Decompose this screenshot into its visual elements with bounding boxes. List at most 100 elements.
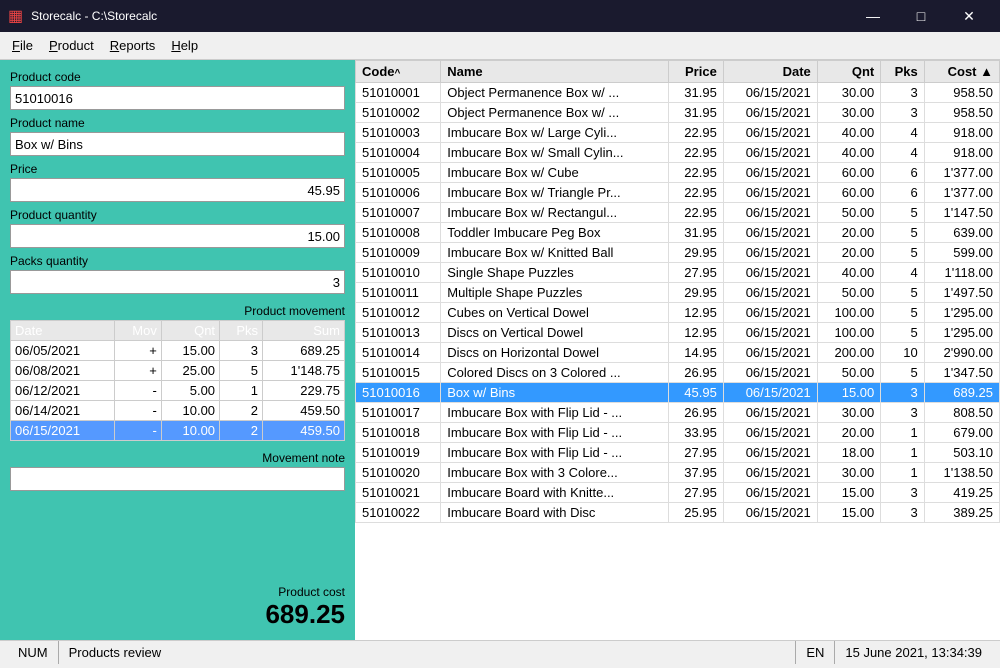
movement-cell: 10.00 xyxy=(161,421,219,441)
table-cell: 1'497.50 xyxy=(924,283,999,303)
table-row[interactable]: 51010002Object Permanence Box w/ ...31.9… xyxy=(356,103,1000,123)
table-cell: 22.95 xyxy=(669,203,724,223)
table-row[interactable]: 51010010Single Shape Puzzles27.9506/15/2… xyxy=(356,263,1000,283)
table-cell: 419.25 xyxy=(924,483,999,503)
product-name-input[interactable] xyxy=(10,132,345,156)
table-cell: 06/15/2021 xyxy=(723,183,817,203)
table-cell: Imbucare Box with 3 Colore... xyxy=(441,463,669,483)
table-row[interactable]: 51010014Discs on Horizontal Dowel14.9506… xyxy=(356,343,1000,363)
product-code-input[interactable] xyxy=(10,86,345,110)
menu-help[interactable]: Help xyxy=(163,34,206,57)
col-name[interactable]: Name xyxy=(441,61,669,83)
table-cell: 25.95 xyxy=(669,503,724,523)
table-row[interactable]: 51010012Cubes on Vertical Dowel12.9506/1… xyxy=(356,303,1000,323)
table-cell: 1'295.00 xyxy=(924,323,999,343)
movement-cell: 3 xyxy=(220,341,263,361)
table-row[interactable]: 51010016Box w/ Bins45.9506/15/202115.003… xyxy=(356,383,1000,403)
product-name-label: Product name xyxy=(10,116,345,130)
price-input[interactable] xyxy=(10,178,345,202)
table-cell: 1'377.00 xyxy=(924,183,999,203)
col-qnt[interactable]: Qnt xyxy=(817,61,880,83)
movement-section: Product movement Date Mov Qnt Pks Sum 06… xyxy=(10,304,345,441)
table-cell: 06/15/2021 xyxy=(723,463,817,483)
table-cell: 3 xyxy=(881,83,924,103)
table-row[interactable]: 51010006Imbucare Box w/ Triangle Pr...22… xyxy=(356,183,1000,203)
status-language: EN xyxy=(796,641,835,664)
status-bar: NUM Products review EN 15 June 2021, 13:… xyxy=(0,640,1000,664)
table-row[interactable]: 51010011Multiple Shape Puzzles29.9506/15… xyxy=(356,283,1000,303)
table-cell: 06/15/2021 xyxy=(723,223,817,243)
minimize-button[interactable]: — xyxy=(850,0,896,32)
table-cell: 22.95 xyxy=(669,143,724,163)
table-cell: 06/15/2021 xyxy=(723,483,817,503)
table-row[interactable]: 51010005Imbucare Box w/ Cube22.9506/15/2… xyxy=(356,163,1000,183)
table-cell: Imbucare Board with Disc xyxy=(441,503,669,523)
table-cell: 51010020 xyxy=(356,463,441,483)
table-row[interactable]: 51010021Imbucare Board with Knitte...27.… xyxy=(356,483,1000,503)
table-cell: 51010021 xyxy=(356,483,441,503)
table-row[interactable]: 51010018Imbucare Box with Flip Lid - ...… xyxy=(356,423,1000,443)
table-cell: 50.00 xyxy=(817,283,880,303)
menu-reports[interactable]: Reports xyxy=(102,34,164,57)
product-table: Code^ Name Price Date Qnt Pks Cost ▲ 510… xyxy=(355,60,1000,523)
table-row[interactable]: 51010009Imbucare Box w/ Knitted Ball29.9… xyxy=(356,243,1000,263)
table-cell: 26.95 xyxy=(669,403,724,423)
table-cell: 51010017 xyxy=(356,403,441,423)
table-cell: Cubes on Vertical Dowel xyxy=(441,303,669,323)
price-section: Price xyxy=(10,162,345,202)
table-row[interactable]: 51010007Imbucare Box w/ Rectangul...22.9… xyxy=(356,203,1000,223)
table-cell: Multiple Shape Puzzles xyxy=(441,283,669,303)
note-label: Movement note xyxy=(10,451,345,465)
table-cell: 18.00 xyxy=(817,443,880,463)
table-cell: 3 xyxy=(881,103,924,123)
table-row[interactable]: 51010020Imbucare Box with 3 Colore...37.… xyxy=(356,463,1000,483)
quantity-input[interactable] xyxy=(10,224,345,248)
close-button[interactable]: ✕ xyxy=(946,0,992,32)
col-code[interactable]: Code^ xyxy=(356,61,441,83)
app-icon: ▦ xyxy=(8,6,23,26)
table-row[interactable]: 51010013Discs on Vertical Dowel12.9506/1… xyxy=(356,323,1000,343)
product-code-label: Product code xyxy=(10,70,345,84)
table-row[interactable]: 51010003Imbucare Box w/ Large Cyli...22.… xyxy=(356,123,1000,143)
table-cell: 27.95 xyxy=(669,443,724,463)
table-cell: 27.95 xyxy=(669,483,724,503)
maximize-button[interactable]: □ xyxy=(898,0,944,32)
col-pks[interactable]: Pks xyxy=(881,61,924,83)
col-price[interactable]: Price xyxy=(669,61,724,83)
note-input[interactable] xyxy=(10,467,345,491)
table-cell: 3 xyxy=(881,503,924,523)
col-date[interactable]: Date xyxy=(723,61,817,83)
table-cell: 918.00 xyxy=(924,143,999,163)
table-cell: 51010022 xyxy=(356,503,441,523)
table-row[interactable]: 51010022Imbucare Board with Disc25.9506/… xyxy=(356,503,1000,523)
packs-input[interactable] xyxy=(10,270,345,294)
table-cell: 2'990.00 xyxy=(924,343,999,363)
movement-cell: - xyxy=(114,381,161,401)
title-bar: ▦ Storecalc - C:\Storecalc — □ ✕ xyxy=(0,0,1000,32)
table-cell: 3 xyxy=(881,483,924,503)
table-row[interactable]: 51010017Imbucare Box with Flip Lid - ...… xyxy=(356,403,1000,423)
movement-cell: 459.50 xyxy=(263,401,345,421)
menu-bar: File Product Reports Help xyxy=(0,32,1000,60)
table-cell: 20.00 xyxy=(817,423,880,443)
right-panel: Code^ Name Price Date Qnt Pks Cost ▲ 510… xyxy=(355,60,1000,640)
table-cell: 5 xyxy=(881,323,924,343)
table-row[interactable]: 51010001Object Permanence Box w/ ...31.9… xyxy=(356,83,1000,103)
table-cell: 100.00 xyxy=(817,303,880,323)
table-row[interactable]: 51010019Imbucare Box with Flip Lid - ...… xyxy=(356,443,1000,463)
table-row[interactable]: 51010008Toddler Imbucare Peg Box31.9506/… xyxy=(356,223,1000,243)
product-table-scroll[interactable]: Code^ Name Price Date Qnt Pks Cost ▲ 510… xyxy=(355,60,1000,640)
menu-product[interactable]: Product xyxy=(41,34,102,57)
movement-cell: 06/05/2021 xyxy=(11,341,115,361)
table-cell: 12.95 xyxy=(669,303,724,323)
table-row[interactable]: 51010015Colored Discs on 3 Colored ...26… xyxy=(356,363,1000,383)
table-cell: 5 xyxy=(881,283,924,303)
table-cell: 22.95 xyxy=(669,123,724,143)
table-row[interactable]: 51010004Imbucare Box w/ Small Cylin...22… xyxy=(356,143,1000,163)
col-cost[interactable]: Cost ▲ xyxy=(924,61,999,83)
note-section: Movement note xyxy=(10,451,345,491)
packs-section: Packs quantity xyxy=(10,254,345,294)
table-cell: 1'118.00 xyxy=(924,263,999,283)
menu-file[interactable]: File xyxy=(4,34,41,57)
table-cell: 3 xyxy=(881,403,924,423)
